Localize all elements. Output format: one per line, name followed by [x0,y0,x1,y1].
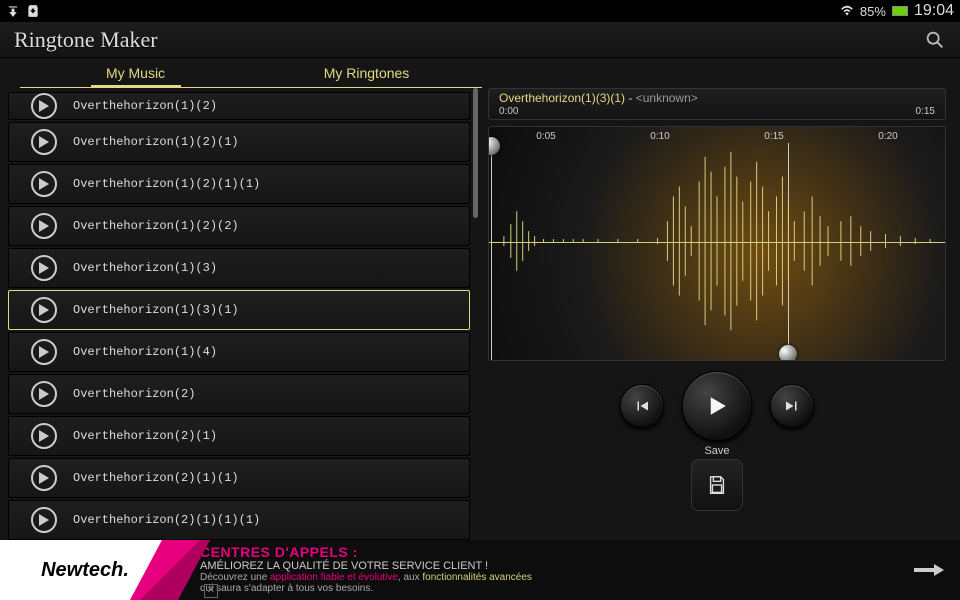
save-icon [706,474,728,496]
play-icon[interactable] [31,507,57,533]
shopping-icon [26,4,40,18]
tab-label: My Ringtones [324,65,410,81]
list-item[interactable]: Overthehorizon(2)(1)(1) [8,458,470,498]
play-icon[interactable] [31,381,57,407]
play-icon[interactable] [31,129,57,155]
tab-label: My Music [106,65,165,81]
app-header: Ringtone Maker [0,22,960,58]
list-item[interactable]: Overthehorizon(1)(2) [8,92,470,120]
item-track: Overthehorizon(2)(1) [73,429,217,443]
play-icon[interactable] [31,171,57,197]
play-icon[interactable] [31,339,57,365]
np-artist: <unknown> [636,91,698,105]
list-item[interactable]: Overthehorizon(1)(3)(1) [8,290,470,330]
ad-line1: Découvrez une application fiable et évol… [200,572,948,583]
item-track: Overthehorizon(2) [73,387,195,401]
item-track: Overthehorizon(1)(2)(1) [73,135,239,149]
play-icon[interactable] [31,213,57,239]
list-item[interactable]: Overthehorizon(2) [8,374,470,414]
status-bar: 85% 19:04 [0,0,960,22]
list-item[interactable]: Overthehorizon(2)(1) [8,416,470,456]
now-playing: Overthehorizon(1)(3)(1) - <unknown> 0:00… [488,88,946,120]
list-item[interactable]: Overthehorizon(2)(1)(1)(1) [8,500,470,540]
item-track: Overthehorizon(1)(4) [73,345,217,359]
editor-panel: Overthehorizon(1)(3)(1) - <unknown> 0:00… [480,88,960,540]
item-track: Overthehorizon(1)(2) [73,99,217,113]
next-button[interactable] [770,384,814,428]
waveform[interactable]: 0:05 0:10 0:15 0:20 [488,126,946,361]
play-icon[interactable] [31,93,57,119]
battery-percent: 85% [860,4,886,19]
skip-prev-icon [633,397,651,415]
ad-arrow-icon [914,562,944,578]
ad-close-button[interactable]: ✕ [204,584,218,598]
list-item[interactable]: Overthehorizon(1)(2)(1) [8,122,470,162]
ad-banner[interactable]: Newtech. CENTRES D'APPELS : AMÉLIOREZ LA… [0,540,960,600]
np-track: Overthehorizon(1)(3)(1) [499,91,625,105]
prev-button[interactable] [620,384,664,428]
tab-bar: My Music My Ringtones [0,58,960,88]
clock: 19:04 [914,2,954,20]
search-icon[interactable] [924,29,946,51]
playback-controls [488,371,946,441]
ad-title: CENTRES D'APPELS : [200,544,948,560]
play-icon[interactable] [31,465,57,491]
tab-my-music[interactable]: My Music [20,65,251,87]
item-track: Overthehorizon(2)(1)(1)(1) [73,513,260,527]
track-list: Overthehorizon(1)(2) Overthehorizon(1)(2)… [0,88,480,540]
list-item[interactable]: Overthehorizon(1)(3) [8,248,470,288]
np-position: 0:00 [499,106,518,117]
list-item[interactable]: Overthehorizon(1)(2)(2) [8,206,470,246]
wifi-icon [840,4,854,18]
skip-next-icon [783,397,801,415]
save-section: Save [488,445,946,511]
tab-my-ringtones[interactable]: My Ringtones [251,65,482,87]
scrollbar[interactable] [473,88,478,540]
item-track: Overthehorizon(2)(1)(1) [73,471,239,485]
list-item[interactable]: Overthehorizon(1)(4) [8,332,470,372]
app-title: Ringtone Maker [14,27,158,53]
battery-icon [892,6,908,16]
save-button[interactable] [691,459,743,511]
item-track: Overthehorizon(1)(2)(1)(1) [73,177,260,191]
play-icon[interactable] [31,423,57,449]
save-label: Save [488,445,946,457]
waveform-svg [489,127,945,360]
np-duration: 0:15 [916,106,935,117]
item-track: Overthehorizon(1)(2)(2) [73,219,239,233]
item-track: Overthehorizon(1)(3)(1) [73,303,239,317]
item-track: Overthehorizon(1)(3) [73,261,217,275]
ad-line2: qui saura s'adapter à tous vos besoins. [200,583,948,594]
play-icon [702,391,732,421]
play-button[interactable] [682,371,752,441]
scroll-thumb[interactable] [473,88,478,218]
trim-end-handle[interactable] [779,345,797,361]
download-icon [6,4,20,18]
play-icon[interactable] [31,255,57,281]
play-icon[interactable] [31,297,57,323]
ad-subtitle: AMÉLIOREZ LA QUALITÉ DE VOTRE SERVICE CL… [200,560,948,572]
list-item[interactable]: Overthehorizon(1)(2)(1)(1) [8,164,470,204]
